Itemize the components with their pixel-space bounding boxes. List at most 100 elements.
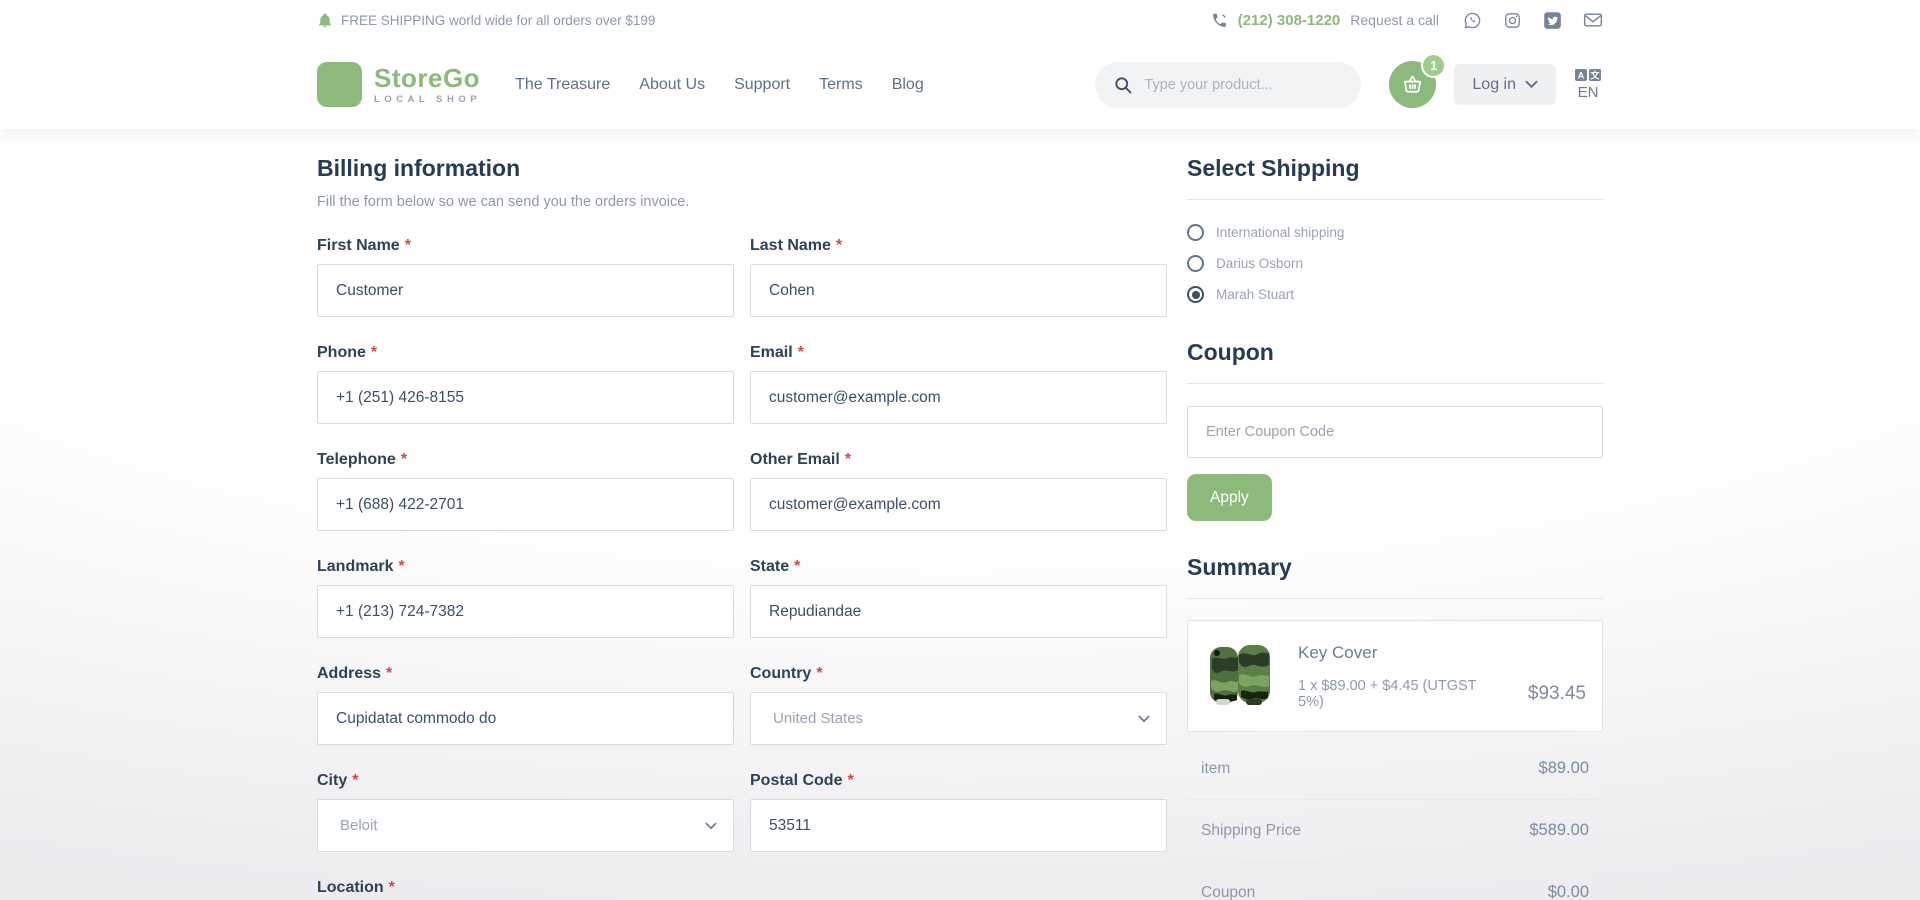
email-input[interactable]: [750, 371, 1167, 424]
address-input[interactable]: [317, 692, 734, 745]
postal-code-input[interactable]: [750, 799, 1167, 852]
logo-title: StoreGo: [374, 65, 481, 91]
language-switcher[interactable]: A 文 EN: [1573, 68, 1603, 101]
instagram-icon[interactable]: [1503, 11, 1522, 30]
required-marker: *: [405, 237, 411, 254]
shipping-option-international[interactable]: International shipping: [1187, 224, 1603, 241]
field-address: Address*: [317, 665, 734, 745]
state-label: State*: [750, 558, 1167, 576]
billing-title: Billing information: [317, 155, 1166, 182]
required-marker: *: [386, 665, 392, 682]
field-first-name: First Name*: [317, 237, 734, 317]
bell-icon: [317, 12, 333, 29]
phone-icon: [1211, 12, 1228, 29]
field-postal-code: Postal Code*: [750, 772, 1167, 852]
search-input[interactable]: [1144, 77, 1334, 93]
required-marker: *: [836, 237, 842, 254]
summary-section: Summary: [1187, 554, 1603, 900]
chevron-down-icon: [1525, 80, 1538, 89]
request-call-label: Request a call: [1350, 12, 1439, 28]
telephone-input[interactable]: [317, 478, 734, 531]
address-label: Address*: [317, 665, 734, 683]
apply-coupon-button[interactable]: Apply: [1187, 474, 1272, 521]
cart-item-card: Key Cover 1 x $89.00 + $4.45 (UTGST 5%) …: [1187, 620, 1603, 732]
field-country: Country* United States: [750, 665, 1167, 745]
required-marker: *: [847, 772, 853, 789]
nav-support[interactable]: Support: [734, 76, 790, 94]
storego-logo[interactable]: StoreGo LOCAL SHOP: [317, 62, 481, 107]
required-marker: *: [798, 344, 804, 361]
summary-row-coupon: Coupon $0.00: [1187, 862, 1603, 900]
svg-text:文: 文: [1589, 70, 1600, 81]
landmark-label: Landmark*: [317, 558, 734, 576]
whatsapp-icon[interactable]: [1463, 11, 1482, 30]
field-other-email: Other Email*: [750, 451, 1167, 531]
topbar: FREE SHIPPING world wide for all orders …: [0, 0, 1920, 40]
nav-about-us[interactable]: About Us: [639, 76, 705, 94]
field-city: City* Beloit: [317, 772, 734, 852]
coupon-title: Coupon: [1187, 339, 1603, 366]
field-phone: Phone*: [317, 344, 734, 424]
mail-icon[interactable]: [1583, 12, 1603, 28]
summary-row-shipping: Shipping Price $589.00: [1187, 800, 1603, 862]
radio-icon: [1187, 224, 1204, 241]
location-label: Location*: [317, 879, 734, 897]
shipping-title: Select Shipping: [1187, 155, 1603, 182]
country-select[interactable]: United States: [750, 692, 1167, 745]
required-marker: *: [352, 772, 358, 789]
language-label: EN: [1578, 84, 1599, 101]
summary-title: Summary: [1187, 554, 1603, 581]
field-state: State*: [750, 558, 1167, 638]
announcement-text: FREE SHIPPING world wide for all orders …: [341, 13, 655, 28]
field-email: Email*: [750, 344, 1167, 424]
required-marker: *: [845, 451, 851, 468]
city-label: City*: [317, 772, 734, 790]
other-email-label: Other Email*: [750, 451, 1167, 469]
nav-terms[interactable]: Terms: [819, 76, 863, 94]
logo-mark: [317, 62, 362, 107]
coupon-section: Coupon Apply: [1187, 339, 1603, 521]
summary-row-item: item $89.00: [1187, 738, 1603, 800]
city-select[interactable]: Beloit: [317, 799, 734, 852]
twitter-icon[interactable]: [1543, 11, 1562, 30]
phone-number-link[interactable]: (212) 308-1220: [1238, 12, 1341, 29]
first-name-input[interactable]: [317, 264, 734, 317]
product-detail: 1 x $89.00 + $4.45 (UTGST 5%): [1298, 678, 1506, 710]
search-icon: [1113, 75, 1133, 95]
country-label: Country*: [750, 665, 1167, 683]
divider: [1187, 598, 1603, 599]
field-location: Location* USA: [317, 879, 734, 900]
checkout-sidebar: Select Shipping International shipping D…: [1187, 155, 1603, 900]
shipping-option-darius-osborn[interactable]: Darius Osborn: [1187, 255, 1603, 272]
state-input[interactable]: [750, 585, 1167, 638]
chevron-down-icon: [1138, 715, 1150, 723]
product-image-key-cover: [1204, 639, 1276, 713]
svg-text:A: A: [1578, 71, 1585, 81]
field-landmark: Landmark*: [317, 558, 734, 638]
email-label: Email*: [750, 344, 1167, 362]
landmark-input[interactable]: [317, 585, 734, 638]
login-button[interactable]: Log in: [1454, 64, 1556, 105]
last-name-input[interactable]: [750, 264, 1167, 317]
billing-form: First Name* Last Name* Phone* Email*: [317, 237, 1166, 900]
site-header: StoreGo LOCAL SHOP The Treasure About Us…: [0, 40, 1920, 129]
nav-blog[interactable]: Blog: [892, 76, 924, 94]
coupon-code-input[interactable]: [1187, 406, 1603, 458]
other-email-input[interactable]: [750, 478, 1167, 531]
shipping-option-marah-stuart[interactable]: Marah Stuart: [1187, 286, 1603, 303]
required-marker: *: [401, 451, 407, 468]
required-marker: *: [371, 344, 377, 361]
required-marker: *: [816, 665, 822, 682]
nav-the-treasure[interactable]: The Treasure: [515, 76, 610, 94]
phone-input[interactable]: [317, 371, 734, 424]
divider: [1187, 383, 1603, 384]
phone-label: Phone*: [317, 344, 734, 362]
shipping-section: Select Shipping International shipping D…: [1187, 155, 1603, 303]
field-telephone: Telephone*: [317, 451, 734, 531]
radio-icon: [1187, 255, 1204, 272]
field-last-name: Last Name*: [750, 237, 1167, 317]
billing-subtitle: Fill the form below so we can send you t…: [317, 194, 1166, 210]
free-shipping-banner: FREE SHIPPING world wide for all orders …: [317, 12, 655, 29]
summary-rows: item $89.00 Shipping Price $589.00 Coupo…: [1187, 738, 1603, 900]
cart-count-badge: 1: [1421, 53, 1446, 78]
